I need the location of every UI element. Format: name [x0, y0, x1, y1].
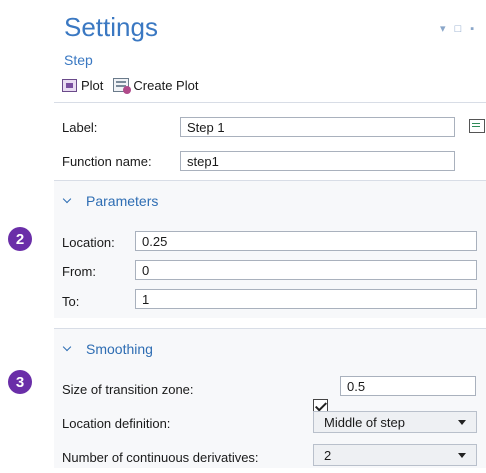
dropdown-arrow-icon: [458, 419, 466, 425]
location-definition-label: Location definition:: [62, 416, 171, 431]
smoothing-section-header[interactable]: Smoothing: [62, 341, 153, 357]
create-plot-button-label: Create Plot: [133, 77, 199, 93]
chevron-down-icon: [62, 196, 72, 206]
transition-zone-input[interactable]: 0.5: [340, 376, 476, 396]
divider: [54, 180, 486, 181]
parameters-section-header[interactable]: Parameters: [62, 193, 158, 209]
divider: [54, 328, 486, 329]
window-controls[interactable]: ▾ □ ▪: [440, 22, 477, 35]
to-label: To:: [62, 294, 80, 309]
transition-zone-label: Size of transition zone:: [62, 382, 194, 397]
label-options-icon[interactable]: [466, 117, 486, 137]
location-definition-select[interactable]: Middle of step: [313, 411, 477, 433]
toolbar: Plot Create Plot: [62, 74, 208, 96]
derivatives-label: Number of continuous derivatives:: [62, 450, 259, 465]
location-input[interactable]: 0.25: [135, 231, 477, 251]
smoothing-heading: Smoothing: [86, 341, 153, 357]
function-name-input[interactable]: step1: [180, 151, 455, 171]
to-input[interactable]: 1: [135, 289, 477, 309]
from-label: From:: [62, 264, 96, 279]
derivatives-value: 2: [324, 447, 332, 463]
page-title: Settings: [64, 12, 158, 42]
plot-icon: [62, 78, 77, 92]
label-field-label: Label:: [62, 120, 98, 135]
derivatives-select[interactable]: 2: [313, 444, 477, 466]
chevron-down-icon: [62, 344, 72, 354]
plot-button[interactable]: Plot: [62, 78, 103, 93]
parameters-heading: Parameters: [86, 193, 159, 209]
create-plot-button[interactable]: Create Plot: [113, 77, 199, 94]
location-definition-value: Middle of step: [324, 414, 405, 430]
label-input[interactable]: Step 1: [180, 117, 455, 137]
dropdown-arrow-icon: [458, 452, 466, 458]
divider: [54, 102, 486, 103]
step-badge-2: 2: [8, 227, 32, 251]
create-plot-icon: [113, 78, 132, 94]
plot-button-label: Plot: [81, 77, 104, 93]
function-name-label: Function name:: [62, 154, 152, 169]
from-input[interactable]: 0: [135, 260, 477, 280]
node-type-subtitle: Step: [64, 52, 93, 68]
step-badge-3: 3: [8, 370, 32, 394]
location-label: Location:: [62, 235, 115, 250]
